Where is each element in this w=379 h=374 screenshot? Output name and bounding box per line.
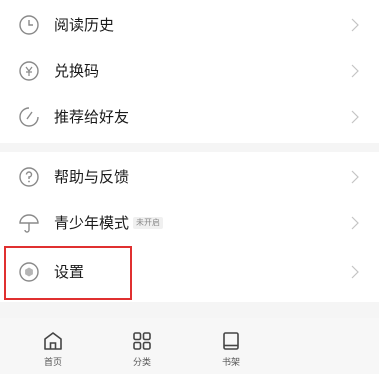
menu-item-label: 阅读历史	[54, 16, 115, 34]
menu-item-redeem-code[interactable]: 兑换码	[0, 48, 379, 94]
menu-group-1: 阅读历史 兑换码 推荐给好友	[0, 0, 379, 143]
tab-category[interactable]: 分类	[112, 318, 172, 374]
home-icon	[44, 332, 62, 350]
tab-bookshelf[interactable]: 书架	[201, 318, 261, 374]
chevron-right-icon	[351, 110, 359, 124]
umbrella-icon	[18, 212, 40, 234]
menu-item-label: 推荐给好友	[54, 108, 130, 126]
grid-icon	[133, 332, 151, 350]
chevron-right-icon	[351, 64, 359, 78]
share-icon	[18, 106, 40, 128]
chevron-right-icon	[351, 265, 359, 279]
menu-item-label: 青少年模式	[54, 214, 130, 232]
chevron-right-icon	[351, 216, 359, 230]
menu-item-label: 帮助与反馈	[54, 168, 130, 186]
menu-item-reading-history[interactable]: 阅读历史	[0, 2, 379, 48]
bookshelf-icon	[223, 332, 239, 350]
coupon-icon	[18, 60, 40, 82]
tab-label: 书架	[221, 358, 240, 368]
tab-home[interactable]: 首页	[23, 318, 83, 374]
menu-item-recommend[interactable]: 推荐给好友	[0, 94, 379, 140]
highlight-box	[4, 246, 132, 300]
tab-label: 分类	[132, 358, 151, 368]
bottom-tab-bar: 首页 分类 书架	[0, 318, 379, 374]
help-icon	[18, 166, 40, 188]
tab-label: 首页	[43, 358, 62, 368]
menu-item-help-feedback[interactable]: 帮助与反馈	[0, 154, 379, 200]
chevron-right-icon	[351, 170, 359, 184]
status-badge: 未开启	[133, 217, 163, 229]
menu-item-label: 兑换码	[54, 62, 100, 80]
menu-item-teen-mode[interactable]: 青少年模式 未开启	[0, 200, 379, 246]
clock-icon	[18, 14, 40, 36]
chevron-right-icon	[351, 18, 359, 32]
